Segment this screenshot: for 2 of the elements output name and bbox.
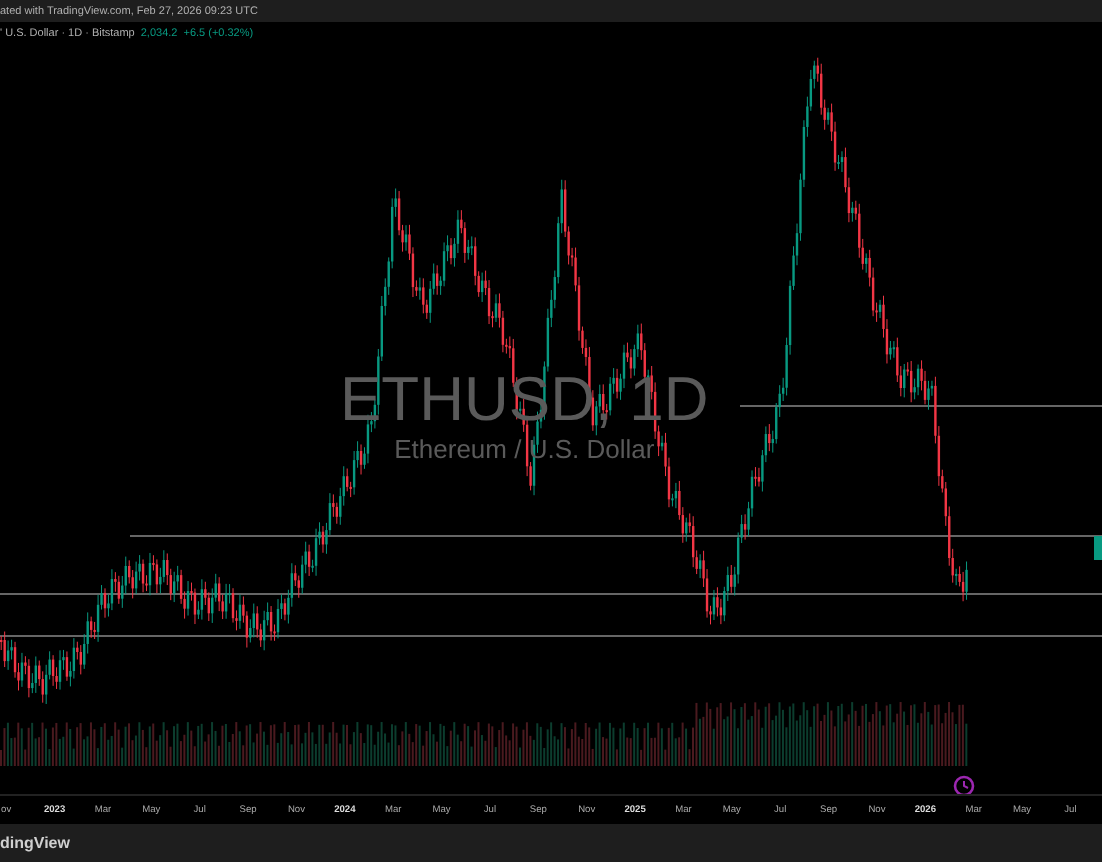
brand-text: dingView (0, 834, 70, 852)
price-marker (1094, 536, 1102, 560)
